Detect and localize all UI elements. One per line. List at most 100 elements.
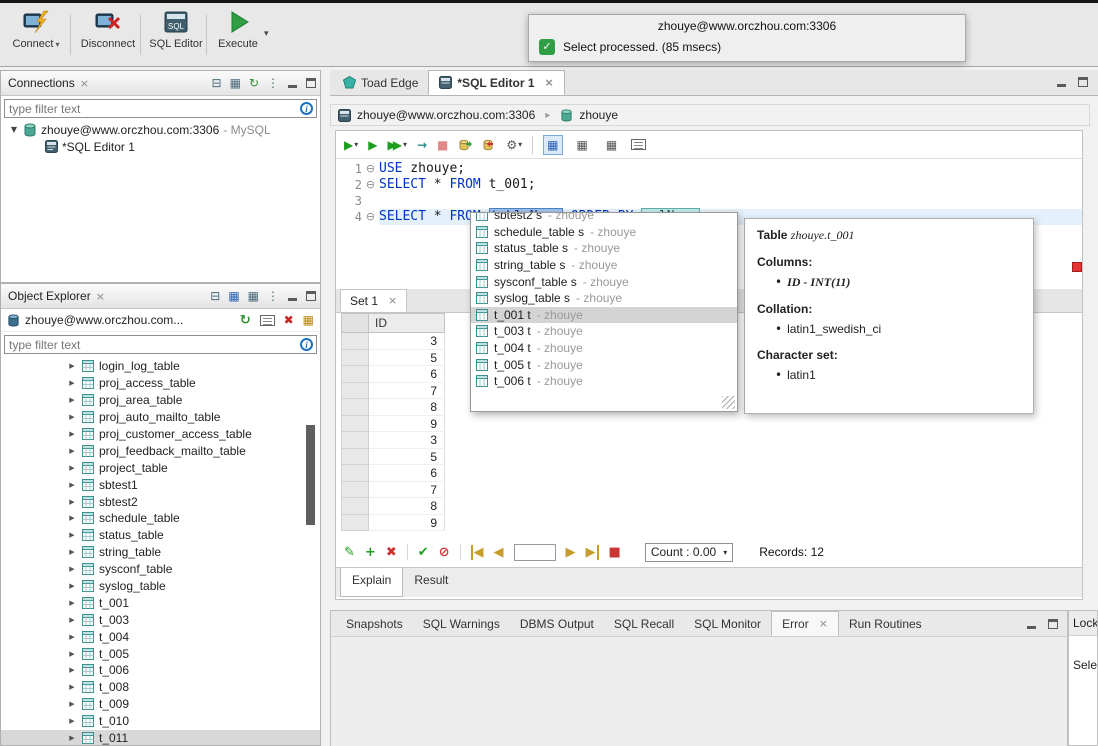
table-node[interactable]: ▶ t_003 [1,611,320,628]
autocomplete-item[interactable]: sbtest2 s zhouye [471,212,737,224]
maximize-icon[interactable] [1048,619,1058,629]
tab-sql-editor-1[interactable]: *SQL Editor 1 × [428,70,564,95]
code-line[interactable]: 3 [336,193,1082,209]
collapse-all-icon[interactable]: ⊟ [210,289,220,303]
autocomplete-item[interactable]: t_001 t zhouye [471,307,737,324]
grid-cell[interactable]: 7 [369,383,445,400]
jump-to-statement-button[interactable]: → [417,138,427,152]
grid-cell[interactable]: 9 [369,515,445,532]
prev-page-icon[interactable]: ◀ [494,545,504,560]
stop-button[interactable]: ■ [437,138,448,152]
last-page-icon[interactable]: ▶ [586,545,599,560]
new-table-icon[interactable]: ▦ [303,313,314,327]
expand-caret-icon[interactable]: ▶ [67,447,77,455]
row-header-cell[interactable] [341,366,369,383]
table-node[interactable]: ▶ status_table [1,527,320,544]
commit-button[interactable] [458,138,472,152]
run-all-button[interactable]: ▶ [368,138,377,152]
expand-caret-icon[interactable]: ▶ [67,514,77,522]
table-node[interactable]: ▶ t_001 [1,594,320,611]
grid-cell[interactable]: 6 [369,465,445,482]
explorer-filter-input[interactable] [4,335,317,354]
expand-caret-icon[interactable]: ▶ [67,362,77,370]
count-dropdown[interactable]: Count : 0.00 ▾ [645,543,733,562]
close-icon[interactable]: × [388,294,397,307]
tab-lock[interactable]: Lock [1069,611,1097,636]
expand-caret-icon[interactable]: ▶ [67,464,77,472]
close-icon[interactable]: × [819,617,828,630]
edit-mode-icon[interactable]: ✎ [344,545,355,560]
collapse-all-icon[interactable]: ⊟ [212,76,222,90]
row-header-cell[interactable] [341,449,369,466]
bottom-tab[interactable]: DBMS Output × [510,611,604,636]
next-page-icon[interactable]: ▶ [566,545,576,560]
refresh-icon[interactable]: ↻ [240,313,251,328]
maximize-icon[interactable] [306,78,316,88]
connect-dropdown-icon[interactable]: ▾ [55,40,59,49]
expand-caret-icon[interactable]: ▶ [67,396,77,404]
row-header-cell[interactable] [341,333,369,350]
row-header-cell[interactable] [341,515,369,532]
table-node[interactable]: ▶ proj_area_table [1,392,320,409]
grid-cell[interactable]: 5 [369,350,445,367]
minimize-icon[interactable] [1056,77,1067,88]
table-node[interactable]: ▶ proj_customer_access_table [1,426,320,443]
expand-caret-icon[interactable]: ▶ [67,700,77,708]
autocomplete-item[interactable]: status_table s zhouye [471,240,737,257]
fold-marker-icon[interactable]: ⊖ [362,177,379,193]
expand-caret-icon[interactable]: ▶ [67,582,77,590]
bottom-tab[interactable]: Error × [771,611,839,636]
table-node[interactable]: ▶ project_table [1,459,320,476]
bottom-tab[interactable]: SQL Recall × [604,611,684,636]
autocomplete-item[interactable]: t_006 t zhouye [471,373,737,390]
refresh-icon[interactable]: ↻ [249,76,259,90]
disconnect-button[interactable]: Disconnect [76,9,140,50]
code-line[interactable]: 1⊖USE zhouye; [336,161,1082,177]
table-node[interactable]: ▶ login_log_table [1,358,320,375]
expand-caret-icon[interactable]: ▶ [67,717,77,725]
sql-editor-button[interactable]: SQL SQL Editor [146,9,206,50]
autocomplete-item[interactable]: string_table s zhouye [471,257,737,274]
table-node[interactable]: ▶ proj_access_table [1,375,320,392]
row-header-cell[interactable] [341,416,369,433]
table-node[interactable]: ▶ t_005 [1,645,320,662]
table-node[interactable]: ▶ sbtest1 [1,476,320,493]
table-node[interactable]: ▶ string_table [1,544,320,561]
autocomplete-item[interactable]: t_005 t zhouye [471,356,737,373]
autocomplete-item[interactable]: schedule_table s zhouye [471,224,737,241]
first-page-icon[interactable]: ◀ [471,545,484,560]
grid-view-button[interactable]: ▦ [543,135,562,155]
table-node[interactable]: ▶ t_004 [1,628,320,645]
insert-row-icon[interactable]: + [365,545,376,560]
result-subtab[interactable]: Result [403,568,459,597]
table-node[interactable]: ▶ t_010 [1,713,320,730]
autocomplete-item[interactable]: sysconf_table s zhouye [471,273,737,290]
table-node[interactable]: ▶ proj_feedback_mailto_table [1,442,320,459]
minimize-icon[interactable] [287,291,298,302]
row-header-cell[interactable] [341,498,369,515]
grid-cell[interactable]: 7 [369,482,445,499]
autocomplete-item[interactable]: syslog_table s zhouye [471,290,737,307]
layout-icon[interactable]: ▦ [248,289,259,303]
connection-node[interactable]: ▼ zhouye@www.orczhou.com:3306 - MySQL [1,121,320,138]
bottom-tab[interactable]: SQL Warnings × [413,611,510,636]
disconnect-icon[interactable]: ✖ [284,313,294,327]
revert-changes-icon[interactable]: ⊘ [439,545,450,560]
maximize-icon[interactable] [306,291,316,301]
expand-caret-icon[interactable]: ▶ [67,565,77,573]
close-icon[interactable]: × [96,290,105,303]
expand-caret-icon[interactable]: ▶ [67,430,77,438]
row-header-cell[interactable] [341,383,369,400]
grid-cell[interactable]: 6 [369,366,445,383]
breadcrumb-schema[interactable]: zhouye [579,108,618,122]
expand-caret-icon[interactable]: ▶ [67,379,77,387]
expand-caret-icon[interactable]: ▶ [67,413,77,421]
code-line[interactable]: 2⊖SELECT * FROM t_001; [336,177,1082,193]
table-node[interactable]: ▶ sysconf_table [1,561,320,578]
autocomplete-item[interactable]: t_003 t zhouye [471,323,737,340]
expand-caret-icon[interactable]: ▼ [9,125,19,134]
breadcrumb-connection[interactable]: zhouye@www.orczhou.com:3306 [357,108,535,122]
minimize-icon[interactable] [287,78,298,89]
bottom-tab[interactable]: Run Routines × [839,611,932,636]
run-statement-button[interactable]: ▶▾ [344,138,358,152]
